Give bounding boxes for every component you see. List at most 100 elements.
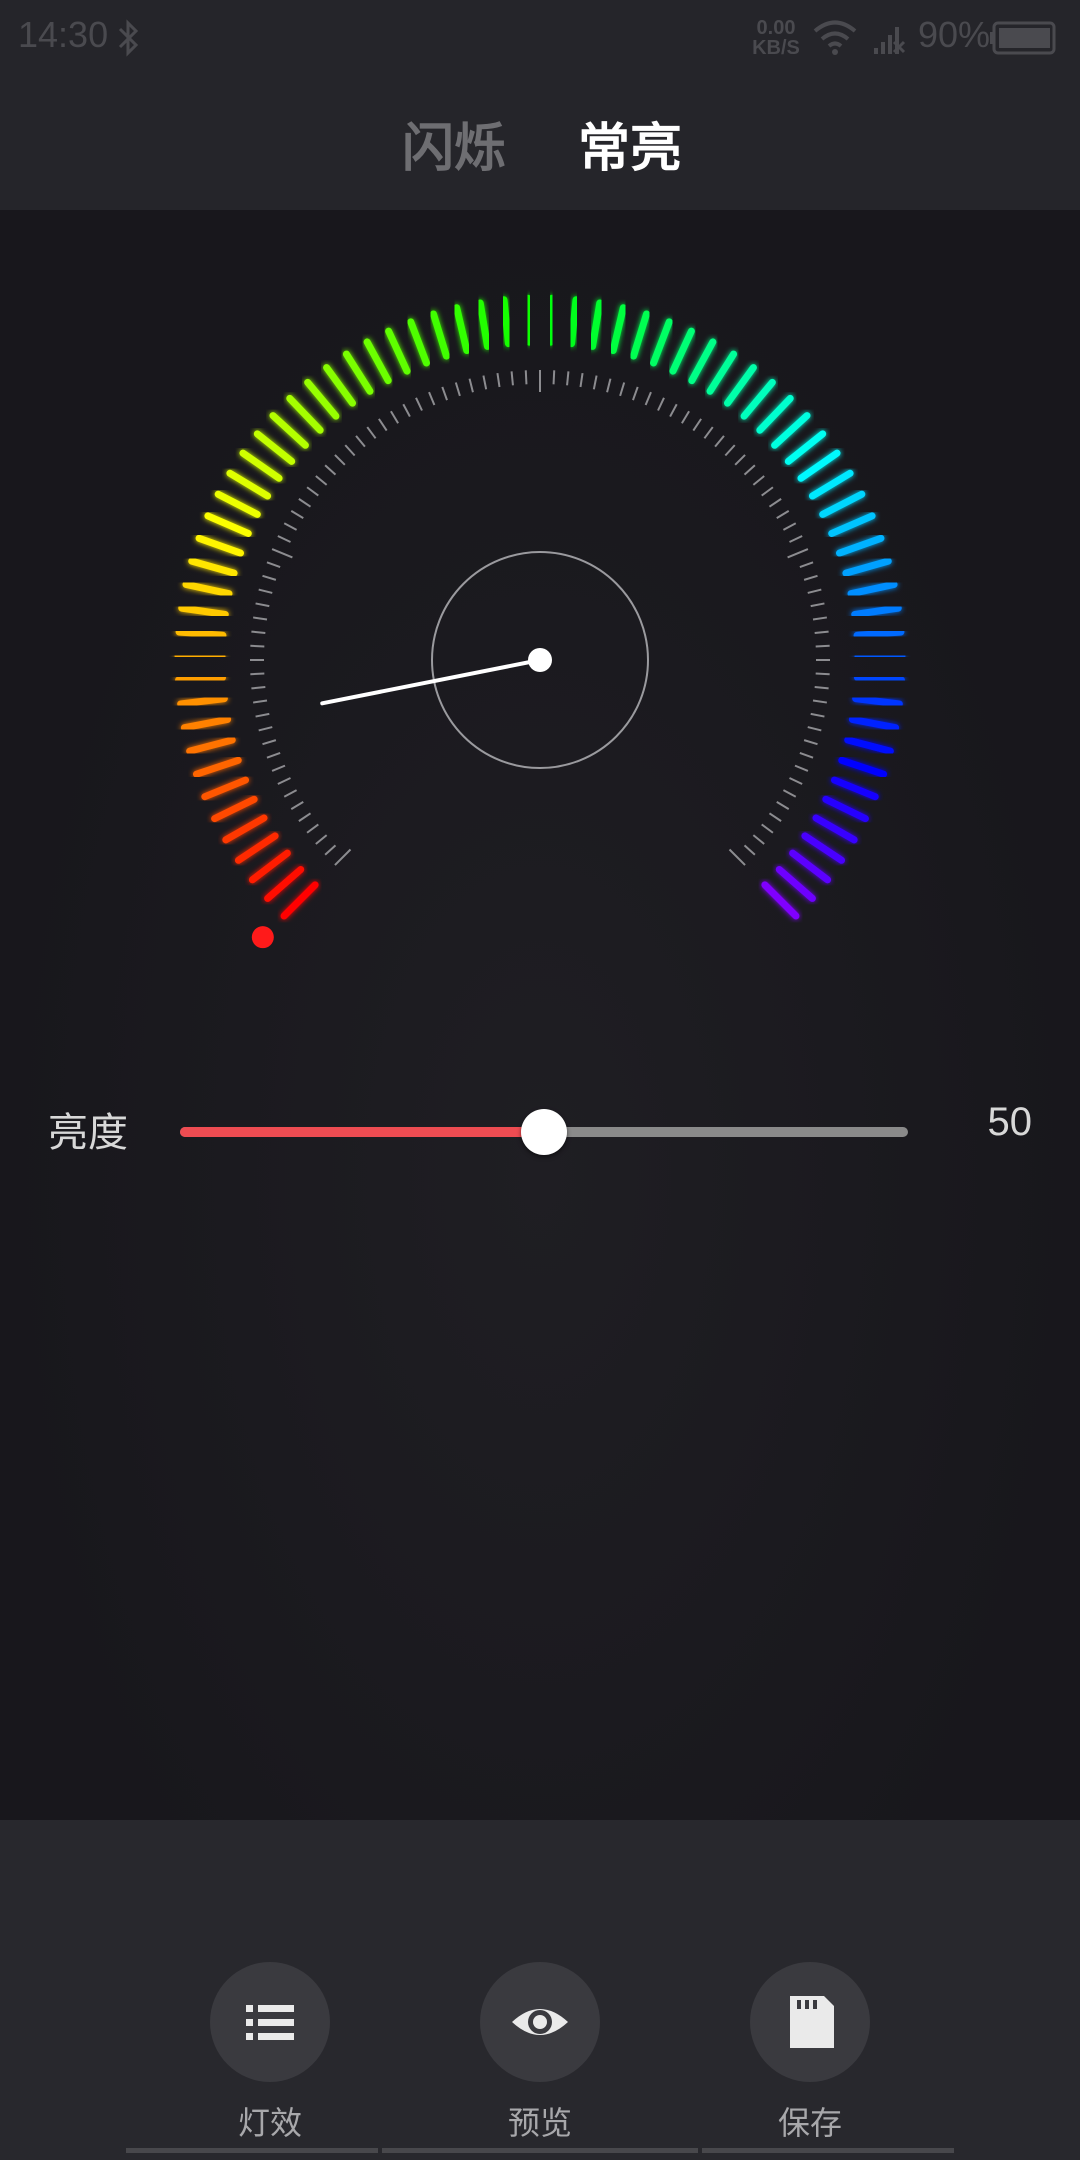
gauge-scale-tick (482, 375, 488, 390)
gauge-scale-tick (378, 418, 388, 432)
gauge-scale-tick (752, 475, 765, 486)
gauge-color-tick (239, 449, 283, 482)
gauge-scale-tick (262, 739, 277, 746)
gauge-scale-tick (681, 410, 690, 424)
gauge-scale-tick (441, 386, 448, 401)
gauge-scale-tick (799, 561, 814, 568)
gauge-color-tick (363, 338, 392, 385)
gauge-color-tick (844, 736, 894, 755)
gauge-scale-tick (810, 602, 825, 608)
gauge-scale-tick (402, 403, 411, 418)
brightness-value: 50 (987, 1100, 1033, 1144)
gauge-color-tick (280, 881, 319, 920)
gauge-scale-tick (266, 561, 281, 568)
gauge-scale-tick (255, 712, 270, 718)
gauge-scale-tick (334, 454, 346, 466)
preview-button-circle[interactable] (480, 1962, 600, 2082)
battery-percent: 90% (918, 14, 991, 55)
gauge-scale-tick (799, 752, 814, 759)
gauge-scale-tick (807, 588, 822, 594)
gauge-scale-tick (812, 616, 828, 621)
gauge-scale-tick (334, 848, 352, 866)
gauge-color-tick (797, 449, 841, 482)
gauge-scale-tick (251, 630, 266, 634)
gauge-color-tick (201, 776, 250, 801)
gauge-scale-tick (415, 397, 423, 411)
tab-steady[interactable]: 常亮 (578, 106, 682, 181)
gauge-color-tick (851, 604, 902, 618)
gauge-color-tick (568, 296, 580, 348)
gauge-scale-tick (283, 522, 298, 531)
gauge-color-tick (812, 814, 858, 844)
gauge-scale-tick (714, 435, 725, 448)
sd-card-icon (790, 1996, 834, 2048)
gauge-scale-tick (807, 726, 822, 732)
gauge-color-tick (784, 430, 827, 465)
gauge-color-tick (524, 294, 533, 346)
save-button[interactable]: 保存 (720, 1962, 900, 2144)
gauge-color-tick (830, 776, 879, 801)
gauge-color-tick (186, 736, 236, 755)
effects-button[interactable]: 灯效 (180, 1962, 360, 2144)
preview-button[interactable]: 预览 (450, 1962, 630, 2144)
gauge-color-tick (385, 327, 411, 375)
gauge-scale-tick (258, 726, 273, 732)
tab-flash[interactable]: 闪烁 (402, 106, 506, 181)
gauge-color-tick (740, 378, 776, 420)
gauge-scale-tick (812, 699, 828, 704)
gauge-scale-tick (252, 699, 268, 704)
gauge-scale-tick (315, 834, 328, 845)
gauge-scale-tick (814, 630, 829, 634)
mode-tab-bar: 闪烁 常亮 (0, 76, 1080, 210)
gauge-color-tick (175, 628, 227, 639)
bottom-action-bar: 灯效 预览 保存 (0, 1820, 1080, 2160)
bluetooth-icon (118, 19, 139, 57)
gauge-color-tick (828, 512, 876, 537)
gauge-scale-tick (366, 426, 377, 439)
battery-icon (990, 21, 1056, 55)
save-button-circle[interactable] (750, 1962, 870, 2082)
gauge-color-tick (838, 756, 888, 778)
gauge-scale-tick (787, 548, 809, 559)
gauge-color-tick (222, 814, 268, 844)
gauge-color-tick (723, 364, 757, 407)
effects-button-circle[interactable] (210, 1962, 330, 2082)
gauge-color-tick (609, 304, 627, 355)
gauge-scale-tick (306, 823, 319, 834)
gauge-scale-tick (355, 435, 366, 448)
status-bar: 14:30 0.00 KB/S 90% (0, 0, 1080, 76)
gauge-color-tick (775, 865, 816, 902)
network-speed: 0.00 KB/S (748, 18, 804, 58)
gauge-scale-tick (566, 371, 570, 386)
network-speed-value: 0.00 (756, 17, 796, 39)
gauge-scale-tick (510, 371, 514, 386)
gauge-scale-tick (789, 777, 803, 785)
gauge-color-tick (188, 557, 238, 577)
gauge-scale-tick (803, 574, 818, 581)
gauge-scale-tick (776, 801, 790, 810)
gauge-scale-tick (657, 397, 665, 411)
network-speed-unit: KB/S (752, 37, 800, 59)
gauge-color-tick (547, 294, 556, 346)
gauge-color-tick (847, 580, 898, 598)
gauge-scale-tick (428, 391, 436, 406)
gauge-color-tick (214, 490, 261, 518)
effects-label: 灯效 (237, 2104, 302, 2142)
gauge-color-tick (853, 628, 905, 639)
gauge-color-tick (761, 881, 800, 920)
gauge-scale-tick (266, 752, 281, 759)
gauge-scale-tick (496, 372, 501, 388)
gauge-color-tick (589, 299, 604, 350)
gauge-scale-tick (271, 764, 286, 772)
gauge-color-tick (226, 469, 272, 500)
color-gauge[interactable] (0, 210, 1080, 1030)
gauge-scale-tick (290, 510, 304, 519)
gauge-scale-tick (271, 548, 293, 559)
gauge-scale-tick (324, 464, 337, 476)
gauge-color-tick (630, 310, 651, 360)
gauge-pointer (320, 658, 542, 706)
brightness-slider[interactable] (180, 1109, 908, 1155)
brightness-slider-thumb[interactable] (521, 1109, 567, 1155)
gauge-color-tick (177, 695, 228, 708)
gauge-color-tick (789, 849, 832, 884)
